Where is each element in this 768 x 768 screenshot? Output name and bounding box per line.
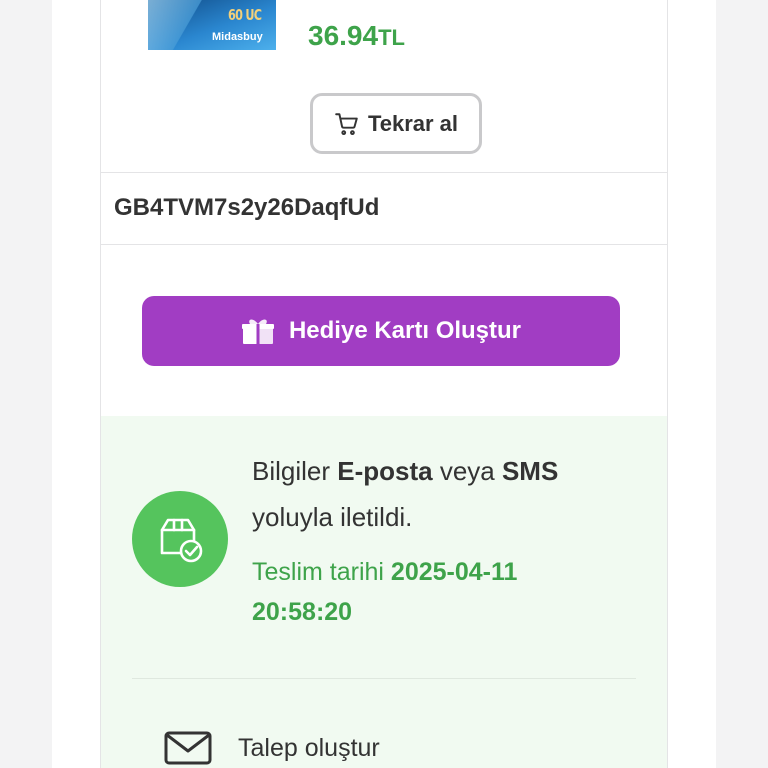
delivered-badge [132,491,228,587]
divider [100,244,668,245]
package-check-icon [160,518,203,563]
divider [100,172,668,173]
info-email: E-posta [337,456,433,486]
midasbuy-logo: Midasbuy [212,31,263,43]
order-code: GB4TVM7s2y26DaqfUd [114,194,380,221]
product-image: 60 UC Midasbuy [148,0,276,50]
mail-icon [164,731,212,765]
reorder-label: Tekrar al [367,110,459,136]
product-price: 36.94TL [308,20,405,52]
delivery-label: Teslim tarihi [252,558,391,586]
info-text-1: Bilgiler [252,456,338,486]
product-art [148,0,208,50]
info-text-3: yoluyla iletildi. [252,502,413,532]
delivery-date: Teslim tarihi 2025-04-11 20:58:20 [252,552,632,632]
gift-icon [241,319,274,344]
delivery-time-value: 20:58:20 [252,598,353,626]
price-currency: TL [378,25,405,50]
delivery-message: Bilgiler E-posta veya SMS yoluyla iletil… [252,448,632,540]
info-sms: SMS [501,456,559,486]
delivery-date-value: 2025-04-11 [390,558,518,586]
price-value: 36.94 [308,20,379,51]
create-request-link[interactable]: Talep oluştur [164,730,380,766]
product-image-uc-text: 60 UC [228,6,262,24]
divider [132,678,636,679]
cart-icon [335,112,358,135]
reorder-button[interactable]: Tekrar al [310,93,482,154]
create-request-label: Talep oluştur [238,733,380,762]
create-gift-card-button[interactable]: Hediye Kartı Oluştur [142,296,620,366]
info-text-2: veya [432,456,502,486]
create-gift-card-label: Hediye Kartı Oluştur [288,317,522,344]
